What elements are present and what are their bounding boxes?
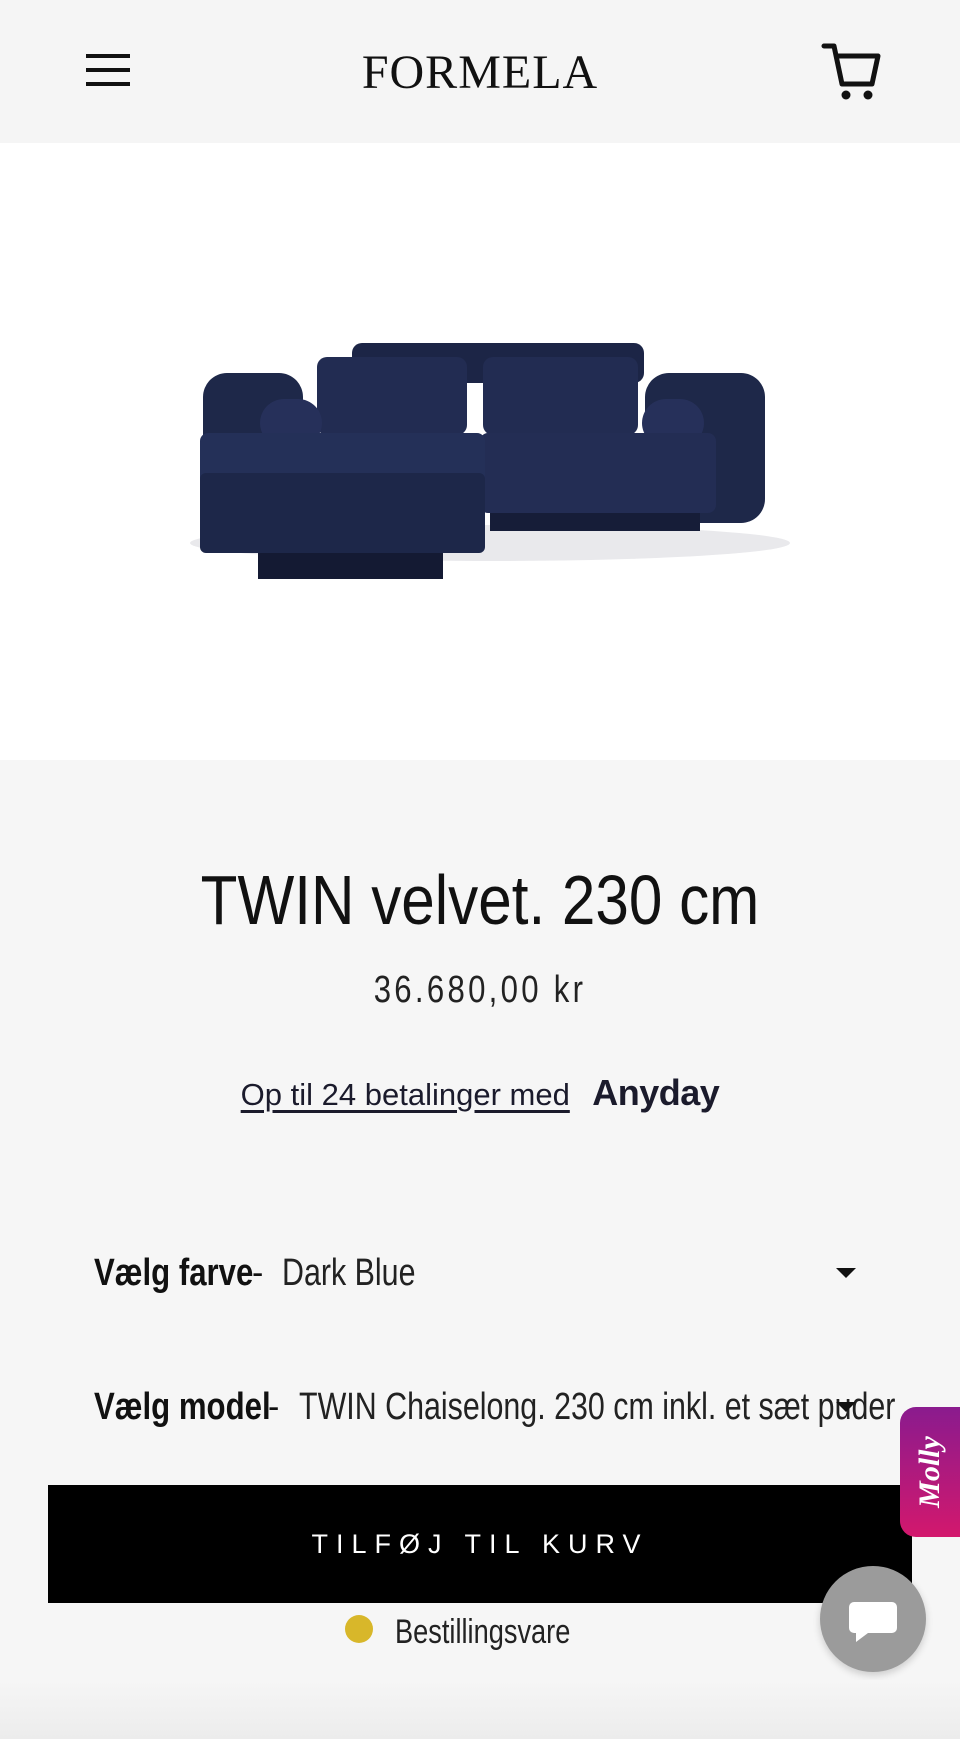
anyday-installments-link[interactable]: Op til 24 betalinger med Anyday <box>0 1068 960 1118</box>
stock-status: Bestillingsvare <box>0 1609 960 1655</box>
chat-bubble-icon[interactable] <box>820 1566 926 1672</box>
shopping-cart-icon[interactable] <box>818 40 882 104</box>
installments-text[interactable]: Op til 24 betalinger med <box>241 1077 570 1112</box>
model-select-value[interactable]: TWIN Chaiselong. 230 cm inkl. et sæt pud… <box>299 1372 895 1442</box>
chevron-down-icon[interactable] <box>836 1268 856 1278</box>
color-select-label: Vælg farve <box>94 1252 254 1294</box>
model-select[interactable]: Vælg model - TWIN Chaiselong. 230 cm ink… <box>94 1372 895 1442</box>
product-title: TWIN velvet. 230 cm <box>200 861 760 939</box>
color-select-value[interactable]: Dark Blue <box>282 1238 415 1308</box>
color-select[interactable]: Vælg farve - Dark Blue <box>94 1238 870 1308</box>
sofa-product-image <box>190 343 790 579</box>
chevron-down-icon[interactable] <box>836 1402 856 1412</box>
stock-status-dot-icon <box>345 1615 374 1643</box>
color-select-separator: - <box>252 1254 264 1292</box>
product-image-area <box>0 143 960 760</box>
molly-widget-tab[interactable]: Molly <box>900 1407 960 1537</box>
anyday-logo: Anyday <box>592 1072 720 1113</box>
model-select-label: Vælg model <box>94 1386 271 1428</box>
model-select-separator: - <box>268 1388 280 1426</box>
bottom-fade <box>0 1680 960 1739</box>
hamburger-menu-icon[interactable] <box>80 45 136 95</box>
add-to-cart-button[interactable]: TILFØJ TIL KURV <box>48 1485 912 1603</box>
stock-status-text: Bestillingsvare <box>395 1613 571 1651</box>
site-header: FORMELA <box>0 0 960 143</box>
site-logo[interactable]: FORMELA <box>340 38 620 108</box>
product-price: 36.680,00 kr <box>373 969 587 1011</box>
molly-label[interactable]: Molly <box>900 1407 960 1537</box>
